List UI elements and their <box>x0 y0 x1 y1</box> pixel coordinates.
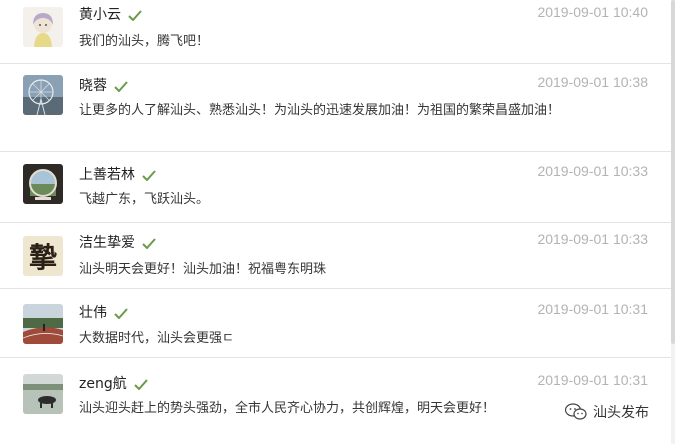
comment-time: 2019-09-01 10:40 <box>537 4 648 20</box>
comment-item: 摯 洁生挚爱 2019-09-01 10:33 汕头明天会更好！汕头加油！祝福粤… <box>0 223 671 289</box>
comment-time: 2019-09-01 10:33 <box>537 163 648 179</box>
comment-item: 壮伟 2019-09-01 10:31 大数据时代，汕头会更强ㄷ <box>0 289 671 358</box>
comment-item: 上善若林 2019-09-01 10:33 飞越广东，飞跃汕头。 <box>0 152 671 223</box>
comment-time: 2019-09-01 10:38 <box>537 74 648 90</box>
check-icon <box>142 169 156 181</box>
running-track-avatar[interactable] <box>23 304 63 344</box>
comment-text: 汕头迎头赶上的势头强劲，全市人民齐心协力，共创辉煌，明天会更好！ <box>79 401 496 416</box>
commenter-name: 上善若林 <box>79 166 156 184</box>
commenter-name: 黄小云 <box>79 6 142 24</box>
comment-text: 我们的汕头，腾飞吧！ <box>79 34 210 49</box>
commenter-name: 洁生挚爱 <box>79 234 156 252</box>
commenter-name: zeng航 <box>79 375 148 393</box>
comment-time: 2019-09-01 10:31 <box>537 301 648 317</box>
calligraphy-avatar[interactable]: 摯 <box>23 236 63 276</box>
commenter-name: 壮伟 <box>79 304 128 322</box>
check-icon <box>134 378 148 390</box>
watermark-text: 汕头发布 <box>593 405 649 421</box>
comment-item: 黄小云 2019-09-01 10:40 我们的汕头，腾飞吧！ <box>0 0 671 64</box>
cartoon-girl-avatar[interactable] <box>23 7 63 47</box>
comment-list: 黄小云 2019-09-01 10:40 我们的汕头，腾飞吧！ 晓蓉 2019-… <box>0 0 671 444</box>
ferris-wheel-avatar[interactable] <box>23 75 63 115</box>
check-icon <box>142 237 156 249</box>
watermark: 汕头发布 <box>565 402 649 422</box>
comment-item: 晓蓉 2019-09-01 10:38 让更多的人了解汕头、熟悉汕头！为汕头的迅… <box>0 64 671 152</box>
commenter-name: 晓蓉 <box>79 77 128 95</box>
scrollbar-thumb[interactable] <box>671 0 675 344</box>
comment-text: 大数据时代，汕头会更强ㄷ <box>79 331 234 346</box>
check-icon <box>128 9 142 21</box>
comment-time: 2019-09-01 10:33 <box>537 231 648 247</box>
comment-text: 让更多的人了解汕头、熟悉汕头！为汕头的迅速发展加油！为祖国的繁荣昌盛加油！ <box>79 103 561 118</box>
buffalo-field-avatar[interactable] <box>23 374 63 414</box>
comment-text: 飞越广东，飞跃汕头。 <box>79 192 210 207</box>
check-icon <box>114 80 128 92</box>
comment-item: zeng航 2019-09-01 10:31 汕头迎头赶上的势头强劲，全市人民齐… <box>0 358 671 444</box>
comment-time: 2019-09-01 10:31 <box>537 372 648 388</box>
scrollbar[interactable] <box>671 0 675 444</box>
wechat-icon <box>565 403 587 420</box>
comment-text: 汕头明天会更好！汕头加油！祝福粤东明珠 <box>79 262 327 277</box>
round-window-avatar[interactable] <box>23 164 63 204</box>
check-icon <box>114 307 128 319</box>
